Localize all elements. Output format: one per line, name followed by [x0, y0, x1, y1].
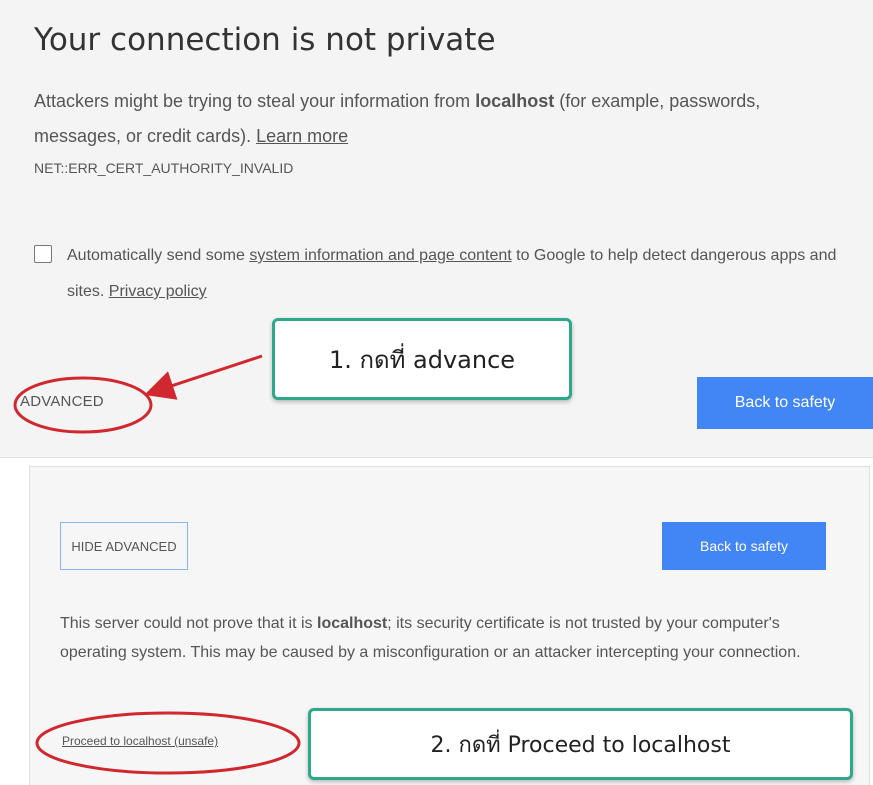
proceed-highlight-ellipse [35, 711, 301, 775]
pointer-arrow [144, 354, 263, 400]
advanced-highlight-ellipse [13, 376, 153, 434]
step2-callout: 2. กดที่ Proceed to localhost [308, 708, 853, 780]
step1-callout: 1. กดที่ advance [272, 318, 572, 400]
